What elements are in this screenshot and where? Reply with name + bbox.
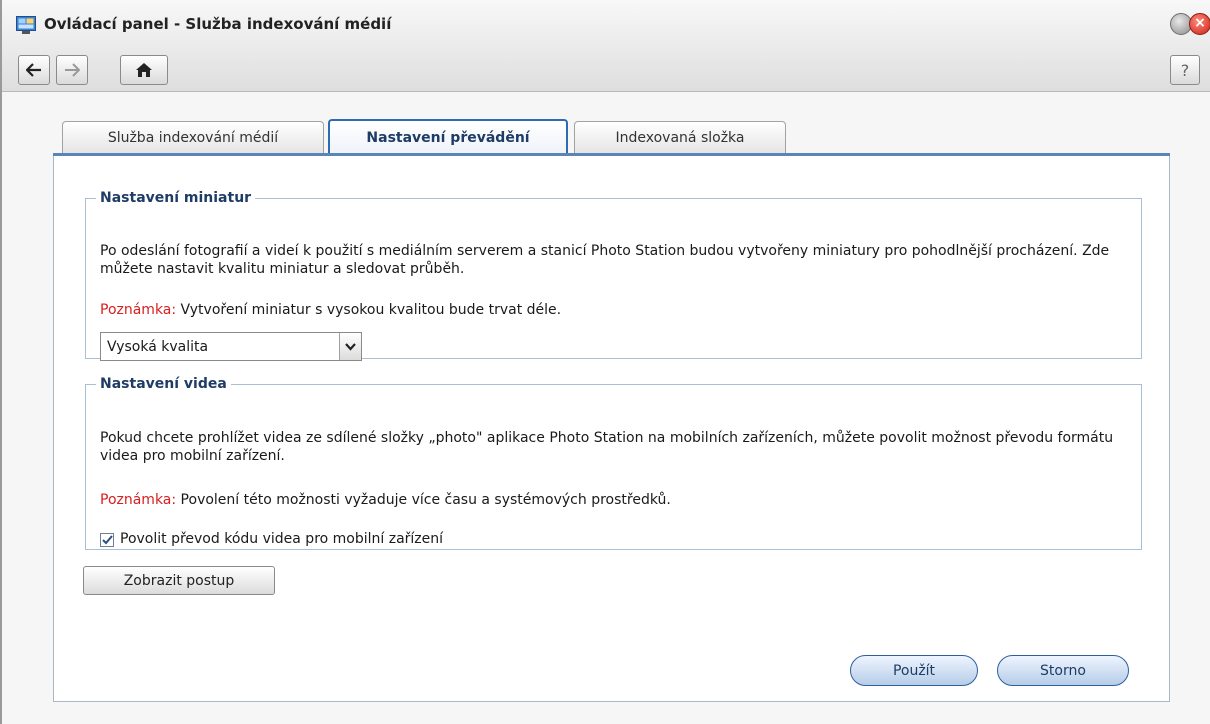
note-text: Povolení této možnosti vyžaduje více čas… (176, 492, 671, 508)
home-button[interactable] (120, 55, 168, 85)
thumbnail-quality-select[interactable]: Vysoká kvalita (100, 332, 362, 361)
note-label: Poznámka: (100, 492, 177, 508)
thumbnail-settings-group: Nastavení miniatur Po odeslání fotografi… (85, 190, 1142, 361)
forward-button[interactable] (56, 55, 88, 85)
thumbnail-note: Poznámka: Vytvoření miniatur s vysokou k… (100, 301, 1130, 319)
tab-indexed-folder[interactable]: Indexovaná složka (574, 121, 786, 154)
chevron-down-icon[interactable] (339, 333, 361, 360)
cancel-button[interactable]: Storno (997, 655, 1129, 686)
note-label: Poznámka: (100, 302, 177, 318)
arrow-left-icon (26, 63, 41, 77)
checkmark-icon (101, 535, 113, 545)
video-transcode-checkbox[interactable] (100, 533, 114, 547)
tab-conversion-settings[interactable]: Nastavení převádění (328, 119, 568, 154)
thumbnail-description: Po odeslání fotografií a videí k použití… (100, 243, 1110, 277)
video-settings-group: Nastavení videa Pokud chcete prohlížet v… (85, 376, 1142, 550)
arrow-right-icon (65, 63, 80, 77)
help-button[interactable]: ? (1170, 55, 1200, 85)
video-note: Poznámka: Povolení této možnosti vyžaduj… (100, 491, 1130, 509)
window-title: Ovládací panel - Služba indexování médií (44, 15, 392, 33)
note-text: Vytvoření miniatur s vysokou kvalitou bu… (176, 302, 562, 318)
home-icon (136, 63, 152, 77)
control-panel-icon (16, 16, 36, 34)
show-progress-button[interactable]: Zobrazit postup (83, 566, 275, 595)
back-button[interactable] (18, 55, 50, 85)
tab-media-indexing[interactable]: Služba indexování médií (62, 121, 324, 154)
thumbnail-quality-value: Vysoká kvalita (107, 339, 209, 355)
video-settings-title: Nastavení videa (100, 376, 227, 392)
apply-button[interactable]: Použít (850, 655, 978, 686)
video-transcode-label[interactable]: Povolit převod kódu videa pro mobilní za… (120, 531, 443, 547)
thumbnail-settings-title: Nastavení miniatur (100, 190, 252, 206)
close-icon[interactable]: × (1189, 13, 1210, 35)
title-bar: Ovládací panel - Služba indexování médií… (2, 0, 1210, 92)
control-panel-window: Ovládací panel - Služba indexování médií… (0, 0, 1210, 724)
tab-divider (53, 153, 1170, 156)
video-description: Pokud chcete prohlížet videa ze sdílené … (100, 430, 1114, 464)
